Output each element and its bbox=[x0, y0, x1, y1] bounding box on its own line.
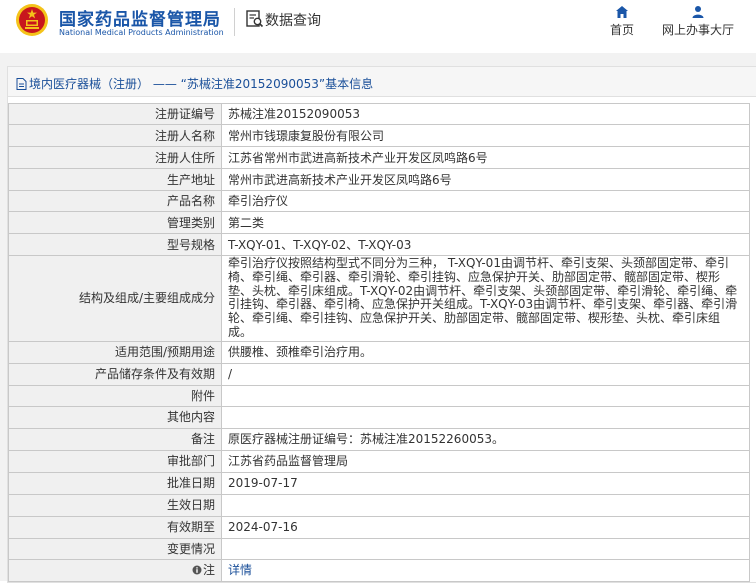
row-value bbox=[221, 405, 750, 429]
row-value: 原医疗器械注册证编号：苏械注准20152260053。 bbox=[221, 427, 750, 451]
breadcrumb-category-link[interactable]: 境内医疗器械（注册） bbox=[29, 77, 149, 91]
row-label: 其他内容 bbox=[8, 405, 222, 429]
row-label: 批准日期 bbox=[8, 471, 222, 495]
row-label: 备注 bbox=[8, 427, 222, 451]
site-title: 国家药品监督管理局 bbox=[59, 10, 221, 30]
detail-panel: 境内医疗器械（注册） —— “苏械注准20152090053”基本信息 注册证编… bbox=[7, 66, 756, 583]
nav-home[interactable]: 首页 bbox=[603, 5, 641, 38]
table-row: 变更情况 bbox=[8, 537, 750, 560]
table-row: 适用范围/预期用途 供腰椎、颈椎牵引治疗用。 bbox=[8, 340, 750, 364]
row-label: 注册人名称 bbox=[8, 124, 222, 147]
breadcrumb: 境内医疗器械（注册） —— “苏械注准20152090053”基本信息 bbox=[8, 67, 756, 97]
row-value: 牵引治疗仪按照结构型式不同分为三种， T-XQY-01由调节杆、牵引支架、头颈部… bbox=[221, 255, 750, 342]
row-value: 牵引治疗仪 bbox=[221, 190, 750, 212]
table-row: 备注 原医疗器械注册证编号：苏械注准20152260053。 bbox=[8, 427, 750, 451]
table-row: 注册人名称 常州市钱璟康复股份有限公司 bbox=[8, 124, 750, 147]
nav-online-service-hall[interactable]: 网上办事大厅 bbox=[656, 5, 740, 38]
breadcrumb-title: “苏械注准20152090053”基本信息 bbox=[180, 77, 374, 91]
table-row: 管理类别 第二类 bbox=[8, 211, 750, 234]
nav-online-service-hall-label: 网上办事大厅 bbox=[661, 23, 734, 37]
table-row: 生产地址 常州市武进高新技术产业开发区凤鸣路6号 bbox=[8, 168, 750, 191]
row-label: 变更情况 bbox=[8, 537, 222, 560]
info-icon bbox=[192, 565, 202, 575]
home-icon bbox=[616, 6, 628, 18]
row-label: 生产地址 bbox=[8, 168, 222, 191]
row-label: 生效日期 bbox=[8, 493, 222, 517]
note-label: 注 bbox=[202, 563, 215, 578]
row-label: 产品名称 bbox=[8, 190, 222, 212]
user-icon bbox=[692, 6, 704, 18]
header-divider bbox=[234, 8, 235, 36]
row-label: 注册人住所 bbox=[8, 146, 222, 169]
table-row: 其他内容 bbox=[8, 405, 750, 429]
document-icon bbox=[16, 78, 27, 90]
row-value: 第二类 bbox=[221, 211, 750, 234]
table-row: 批准日期 2019-07-17 bbox=[8, 471, 750, 495]
table-row: 注 详情 bbox=[8, 558, 750, 582]
national-emblem-icon bbox=[16, 4, 48, 36]
row-label: 型号规格 bbox=[8, 233, 222, 256]
row-value: 常州市武进高新技术产业开发区凤鸣路6号 bbox=[221, 168, 750, 191]
table-row: 注册证编号 苏械注准20152090053 bbox=[8, 103, 750, 125]
row-value: 详情 bbox=[221, 558, 750, 582]
row-label: 注册证编号 bbox=[8, 103, 222, 125]
data-query-icon bbox=[246, 10, 264, 28]
data-query-link[interactable]: 数据查询 bbox=[265, 10, 321, 30]
table-row: 结构及组成/主要组成成分 牵引治疗仪按照结构型式不同分为三种， T-XQY-01由… bbox=[8, 255, 750, 342]
nav-home-label: 首页 bbox=[609, 23, 634, 37]
row-label-note: 注 bbox=[8, 558, 222, 582]
row-label: 产品储存条件及有效期 bbox=[8, 362, 222, 386]
row-label: 结构及组成/主要组成成分 bbox=[8, 255, 222, 342]
table-row: 生效日期 bbox=[8, 493, 750, 517]
breadcrumb-text: 境内医疗器械（注册） —— “苏械注准20152090053”基本信息 bbox=[16, 75, 373, 92]
breadcrumb-separator: —— bbox=[152, 77, 177, 91]
row-value: 江苏省常州市武进高新技术产业开发区凤鸣路6号 bbox=[221, 146, 750, 169]
table-row: 附件 bbox=[8, 384, 750, 407]
row-value: T-XQY-01、T-XQY-02、T-XQY-03 bbox=[221, 233, 750, 256]
row-value: / bbox=[221, 362, 750, 386]
table-row: 审批部门 江苏省药品监督管理局 bbox=[8, 449, 750, 473]
site-subtitle: National Medical Products Administration bbox=[59, 28, 224, 37]
row-label: 附件 bbox=[8, 384, 222, 407]
table-row: 产品名称 牵引治疗仪 bbox=[8, 190, 750, 212]
row-value: 江苏省药品监督管理局 bbox=[221, 449, 750, 473]
row-label: 有效期至 bbox=[8, 515, 222, 539]
row-label: 审批部门 bbox=[8, 449, 222, 473]
registration-info-table: 注册证编号 苏械注准20152090053 注册人名称 常州市钱璟康复股份有限公司 … bbox=[8, 103, 750, 582]
site-header: 国家药品监督管理局 National Medical Products Admi… bbox=[0, 0, 756, 52]
row-value: 苏械注准20152090053 bbox=[221, 103, 750, 125]
table-row: 有效期至 2024-07-16 bbox=[8, 515, 750, 539]
row-value bbox=[221, 493, 750, 517]
row-value bbox=[221, 384, 750, 407]
details-link[interactable]: 详情 bbox=[228, 563, 252, 577]
row-value: 2024-07-16 bbox=[221, 515, 750, 539]
table-row: 产品储存条件及有效期 / bbox=[8, 362, 750, 386]
table-row: 型号规格 T-XQY-01、T-XQY-02、T-XQY-03 bbox=[8, 233, 750, 256]
table-row: 注册人住所 江苏省常州市武进高新技术产业开发区凤鸣路6号 bbox=[8, 146, 750, 169]
row-value bbox=[221, 537, 750, 560]
row-label: 管理类别 bbox=[8, 211, 222, 234]
row-label: 适用范围/预期用途 bbox=[8, 340, 222, 364]
row-value: 2019-07-17 bbox=[221, 471, 750, 495]
row-value: 常州市钱璟康复股份有限公司 bbox=[221, 124, 750, 147]
row-value: 供腰椎、颈椎牵引治疗用。 bbox=[221, 340, 750, 364]
